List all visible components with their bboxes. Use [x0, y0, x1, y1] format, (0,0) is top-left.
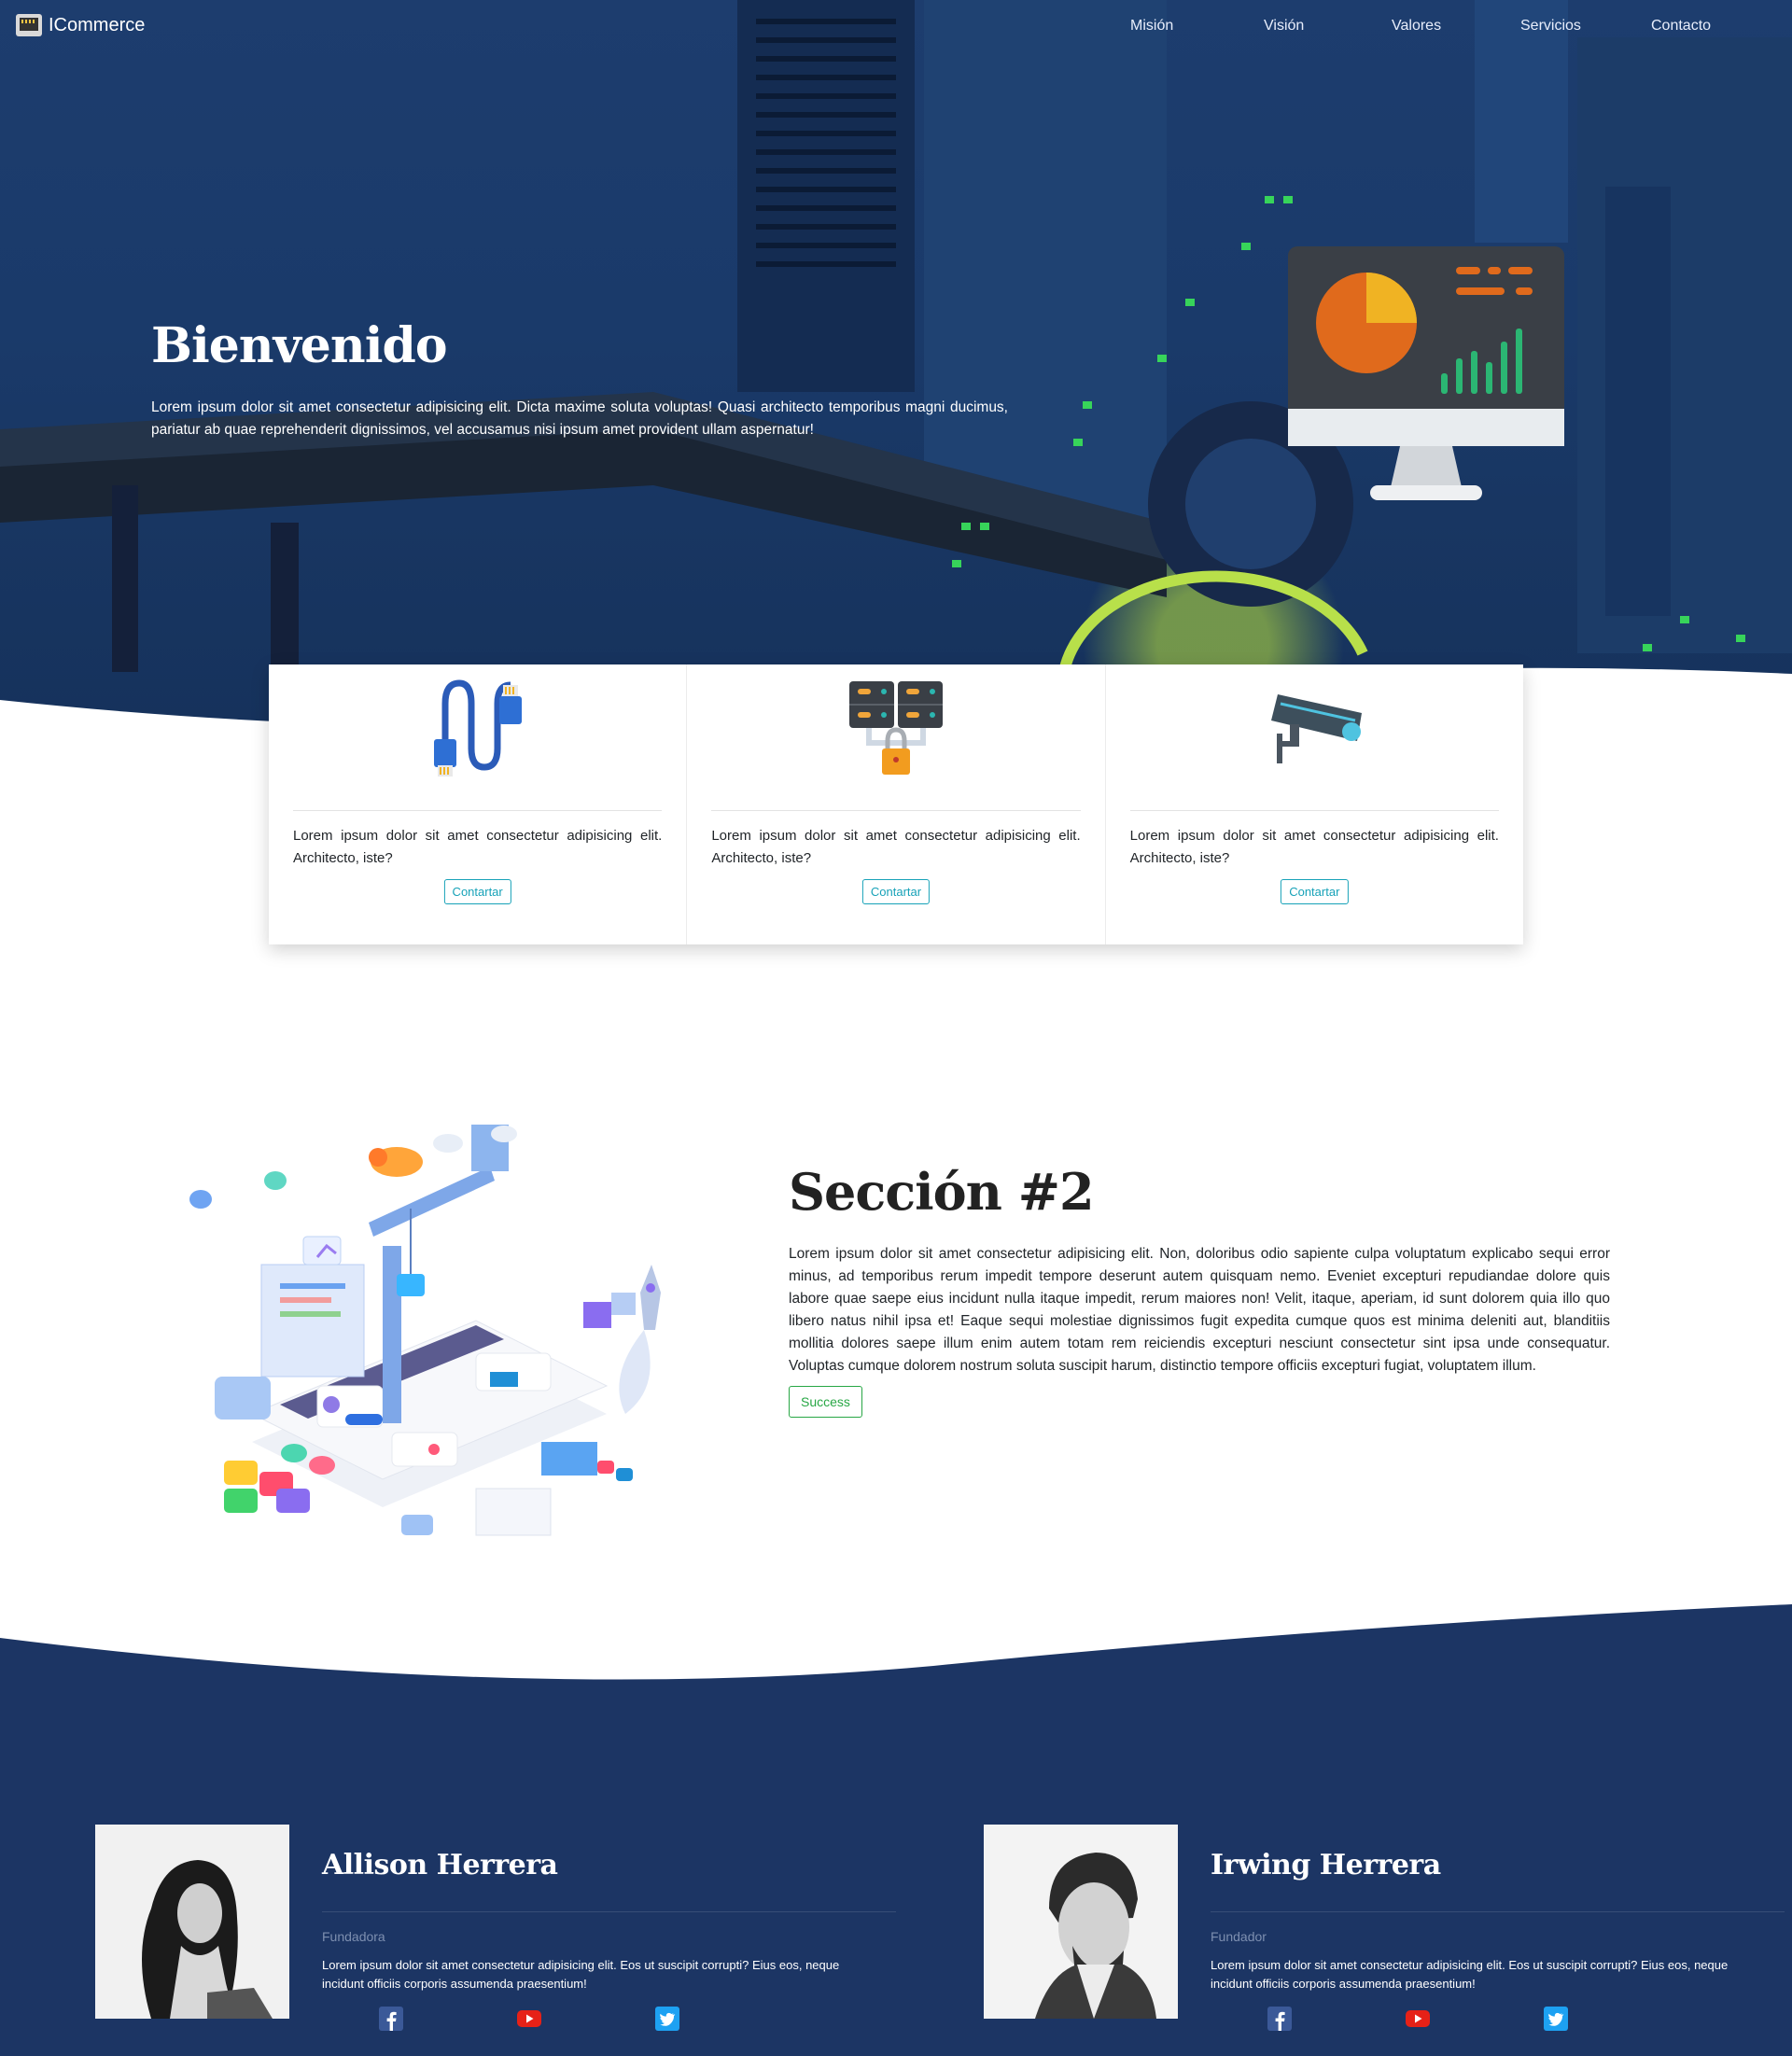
service-contract-button[interactable]: Contartar	[1281, 879, 1349, 904]
services-card: Lorem ipsum dolor sit amet consectetur a…	[269, 664, 1523, 944]
service-divider	[293, 810, 663, 811]
nav-servicios[interactable]: Servicios	[1520, 18, 1581, 35]
isometric-build-illustration	[189, 1125, 661, 1536]
service-contract-button[interactable]: Contartar	[443, 879, 511, 904]
service-item: Lorem ipsum dolor sit amet consectetur a…	[269, 664, 686, 944]
member-divider	[322, 1911, 896, 1912]
brand-logo-icon	[16, 14, 42, 36]
member-role: Fundadora	[322, 1929, 385, 1944]
youtube-icon[interactable]	[517, 2007, 541, 2031]
hero-text: Lorem ipsum dolor sit amet consectetur a…	[151, 399, 1008, 438]
member-name: Allison Herrera	[322, 1849, 558, 1881]
member-bio: Lorem ipsum dolor sit amet consectetur a…	[1211, 1958, 1729, 1991]
service-item: Lorem ipsum dolor sit amet consectetur a…	[1104, 664, 1523, 944]
team-member-card: Irwing Herrera Fundador Lorem ipsum dolo…	[984, 1825, 1792, 2031]
hero-title: Bienvenido	[151, 317, 447, 374]
twitter-icon[interactable]	[655, 2007, 679, 2031]
hero-section: ICommerce Misión Visión Valores Servicio…	[0, 0, 1792, 728]
service-text: Lorem ipsum dolor sit amet consectetur a…	[711, 828, 1081, 866]
nav-valores[interactable]: Valores	[1392, 18, 1441, 35]
facebook-icon[interactable]	[1267, 2007, 1292, 2031]
nav-mision[interactable]: Misión	[1130, 18, 1173, 35]
nav-vision[interactable]: Visión	[1264, 18, 1304, 35]
section2-text: Lorem ipsum dolor sit amet consectetur a…	[789, 1246, 1610, 1374]
nav-contacto[interactable]: Contacto	[1651, 18, 1711, 35]
brand[interactable]: ICommerce	[15, 11, 145, 39]
server-lock-icon	[849, 681, 944, 775]
service-item: Lorem ipsum dolor sit amet consectetur a…	[686, 664, 1104, 944]
member-divider	[1211, 1911, 1785, 1912]
dashboard-monitor-icon	[1288, 246, 1564, 500]
section2-title: Sección #2	[789, 1162, 1095, 1222]
member-name: Irwing Herrera	[1211, 1849, 1441, 1881]
avatar	[95, 1825, 289, 2019]
service-divider	[711, 810, 1081, 811]
service-text: Lorem ipsum dolor sit amet consectetur a…	[293, 828, 663, 866]
team-member-card: Allison Herrera Fundadora Lorem ipsum do…	[95, 1825, 935, 2031]
network-cable-icon	[434, 679, 522, 776]
member-bio: Lorem ipsum dolor sit amet consectetur a…	[322, 1958, 840, 1991]
service-divider	[1129, 810, 1499, 811]
member-role: Fundador	[1211, 1929, 1267, 1944]
navbar: ICommerce Misión Visión Valores Servicio…	[0, 0, 1792, 54]
facebook-icon[interactable]	[379, 2007, 403, 2031]
service-contract-button[interactable]: Contartar	[861, 879, 931, 904]
success-button[interactable]: Success	[789, 1386, 862, 1418]
security-camera-icon	[1270, 694, 1362, 763]
service-text: Lorem ipsum dolor sit amet consectetur a…	[1129, 828, 1499, 866]
twitter-icon[interactable]	[1544, 2007, 1568, 2031]
youtube-icon[interactable]	[1406, 2007, 1430, 2031]
avatar	[984, 1825, 1178, 2019]
brand-name: ICommerce	[49, 14, 146, 35]
